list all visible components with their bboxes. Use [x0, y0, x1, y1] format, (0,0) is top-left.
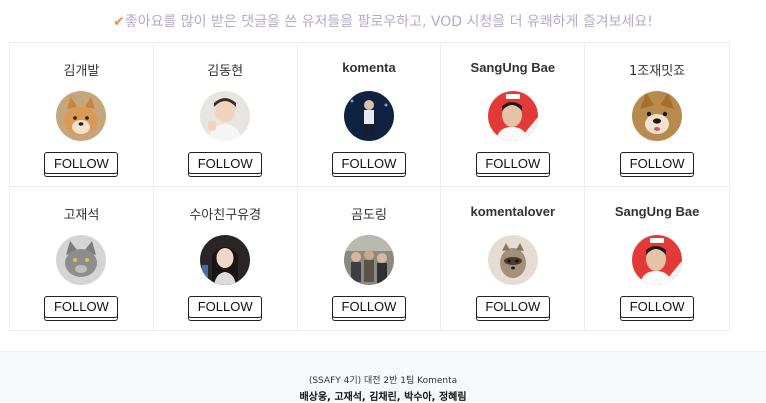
follow-button[interactable]: FOLLOW	[331, 295, 406, 318]
user-card: 김동현 FOLLOW	[153, 43, 298, 187]
user-name: 고재석	[63, 207, 100, 223]
user-name: komentalover	[470, 203, 556, 219]
page-banner: ✔좋아요를 많이 받은 댓글을 쓴 유저들을 팔로우하고, VOD 시청을 더 …	[0, 11, 766, 31]
avatar[interactable]	[200, 91, 251, 141]
user-card: 수아친구유경 FOLLOW	[154, 186, 298, 330]
user-card: 곰도링 FOLLOW	[298, 186, 442, 330]
follow-button[interactable]: FOLLOW	[620, 152, 695, 174]
follow-button[interactable]: FOLLOW	[188, 152, 263, 174]
follow-button[interactable]: FOLLOW	[475, 295, 550, 318]
avatar[interactable]	[632, 91, 683, 141]
follow-button[interactable]: FOLLOW	[620, 295, 695, 318]
avatar[interactable]	[343, 91, 394, 141]
follow-button[interactable]: FOLLOW	[475, 152, 550, 174]
follow-button[interactable]: FOLLOW	[331, 152, 406, 174]
user-card: 김개발 FOLLOW	[10, 43, 154, 187]
user-card: SangUng Bae FOLLOW	[585, 187, 729, 331]
follow-button[interactable]: FOLLOW	[44, 295, 119, 318]
user-card: komentalover FOLLOW	[441, 186, 586, 330]
avatar[interactable]	[632, 234, 683, 285]
user-grid: 김개발 FOLLOW 김동현 FOLLOW komenta FOLLOW San…	[9, 42, 730, 331]
avatar[interactable]	[56, 91, 107, 141]
banner-text: 좋아요를 많이 받은 댓글을 쓴 유저들을 팔로우하고, VOD 시청을 더 유…	[124, 14, 653, 30]
avatar[interactable]	[487, 91, 538, 141]
user-name: SangUng Bae	[614, 203, 700, 219]
follow-button[interactable]: FOLLOW	[44, 152, 119, 174]
user-card: 1조재밋죠 FOLLOW	[585, 43, 729, 187]
user-card: SangUng Bae FOLLOW	[441, 43, 586, 187]
footer: (SSAFY 4기) 대전 2반 1팀 Komenta 배상웅, 고재석, 김채…	[0, 351, 766, 403]
user-name: 수아친구유경	[189, 207, 262, 223]
user-name: 곰도링	[351, 207, 387, 223]
follow-button[interactable]: FOLLOW	[188, 295, 263, 318]
avatar[interactable]	[487, 234, 538, 285]
user-card: komenta FOLLOW	[297, 43, 442, 187]
avatar[interactable]	[200, 234, 251, 285]
avatar[interactable]	[56, 234, 107, 285]
user-name: komenta	[342, 60, 396, 75]
avatar[interactable]	[343, 234, 394, 285]
user-name: 김동현	[207, 64, 244, 79]
user-name: SangUng Bae	[470, 60, 556, 75]
user-card: 고재석 FOLLOW	[10, 186, 154, 330]
user-name: 1조재밋죠	[629, 64, 686, 79]
check-icon: ✔	[113, 14, 125, 30]
footer-team: (SSAFY 4기) 대전 2반 1팀 Komenta	[308, 376, 458, 386]
user-name: 김개발	[63, 64, 100, 79]
